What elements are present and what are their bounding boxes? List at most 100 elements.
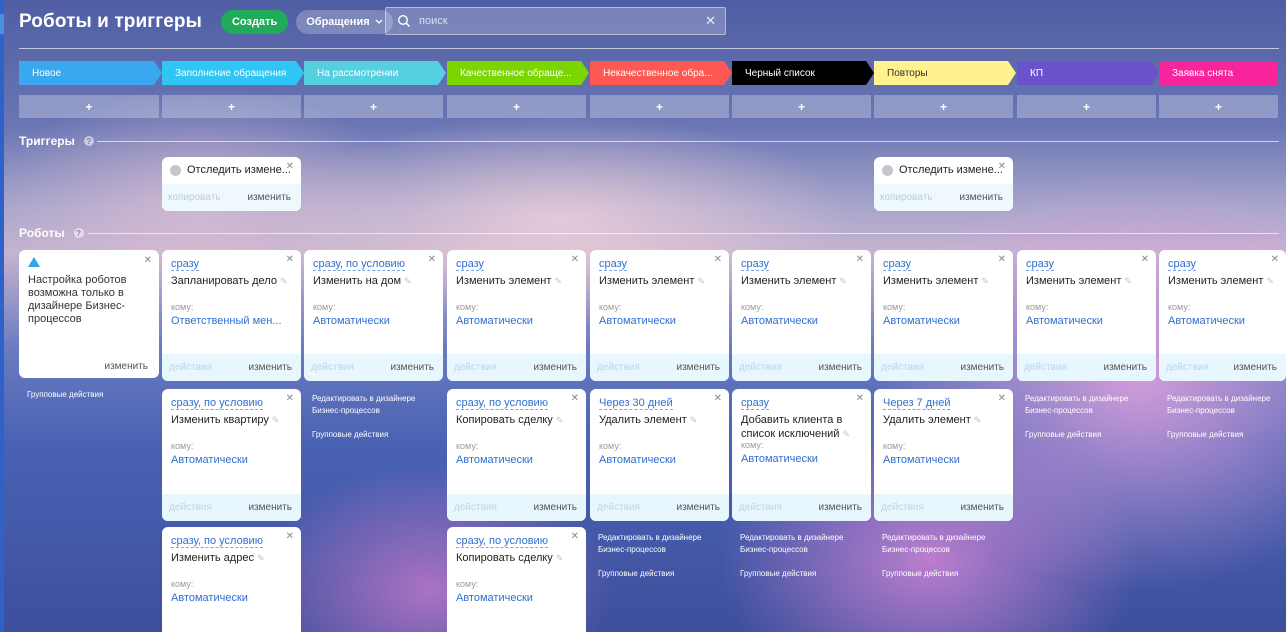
pencil-icon[interactable]: ✎ <box>556 415 564 425</box>
pencil-icon[interactable]: ✎ <box>554 276 562 286</box>
close-icon[interactable]: ✕ <box>998 161 1006 172</box>
entity-dropdown[interactable]: Обращения <box>296 10 393 34</box>
edit-link[interactable]: изменить <box>960 362 1004 373</box>
robot-delay-link[interactable]: сразу <box>741 397 770 410</box>
edit-in-designer-link[interactable]: Редактировать в дизайнере Бизнес-процесс… <box>882 532 1000 556</box>
actions-link[interactable]: действия <box>881 362 924 373</box>
robot-card[interactable]: ✕ сразу, по условию Изменить квартиру ✎ кому… <box>162 389 301 521</box>
robot-card[interactable]: ✕ сразу, по условию Копировать сделку ✎ кому… <box>447 389 586 521</box>
pencil-icon[interactable]: ✎ <box>697 276 705 286</box>
robot-delay-link[interactable]: сразу, по условию <box>313 258 405 271</box>
robot-delay-link[interactable]: Через 7 дней <box>883 397 951 410</box>
responsible-value[interactable]: Автоматически <box>171 592 295 604</box>
pencil-icon[interactable]: ✎ <box>690 415 698 425</box>
stage-column-header[interactable]: Некачественное обра... <box>590 61 732 85</box>
copy-link[interactable]: копировать <box>880 192 933 203</box>
copy-link[interactable]: копировать <box>168 192 221 203</box>
group-actions-link[interactable]: Групповые действия <box>882 568 958 580</box>
responsible-value[interactable]: Автоматически <box>313 315 437 327</box>
actions-link[interactable]: действия <box>597 362 640 373</box>
add-robot-button[interactable]: + <box>162 95 301 118</box>
actions-link[interactable]: действия <box>739 362 782 373</box>
help-icon[interactable]: ? <box>83 136 94 146</box>
robot-delay-link[interactable]: сразу <box>741 258 770 271</box>
edit-link[interactable]: изменить <box>533 362 577 373</box>
close-icon[interactable]: ✕ <box>286 161 294 172</box>
robot-card[interactable]: ✕ сразу Изменить элемент ✎ кому: Автоматическ… <box>447 250 586 381</box>
search-input[interactable]: поиск ✕ <box>385 7 726 35</box>
responsible-value[interactable]: Автоматически <box>456 454 580 466</box>
stage-column-header[interactable]: Новое <box>19 61 162 85</box>
stage-column-header[interactable]: Качественное обраще... <box>447 61 589 85</box>
stage-column-header[interactable]: Черный список <box>732 61 874 85</box>
close-icon[interactable]: ✕ <box>714 254 722 265</box>
edit-link[interactable]: изменить <box>960 502 1004 513</box>
actions-link[interactable]: действия <box>454 502 497 513</box>
close-icon[interactable]: ✕ <box>286 393 294 404</box>
robot-delay-link[interactable]: сразу <box>1168 258 1197 271</box>
close-icon[interactable]: ✕ <box>571 531 579 542</box>
edit-link[interactable]: изменить <box>676 502 720 513</box>
actions-link[interactable]: действия <box>454 362 497 373</box>
close-icon[interactable]: ✕ <box>571 254 579 265</box>
pencil-icon[interactable]: ✎ <box>556 553 564 563</box>
actions-link[interactable]: действия <box>597 502 640 513</box>
edit-link[interactable]: изменить <box>959 192 1003 203</box>
robot-card[interactable]: ✕ Через 30 дней Удалить элемент ✎ кому: Автом… <box>590 389 729 521</box>
robot-delay-link[interactable]: сразу <box>883 258 912 271</box>
responsible-value[interactable]: Автоматически <box>171 454 295 466</box>
robot-delay-link[interactable]: сразу <box>1026 258 1055 271</box>
group-actions-link[interactable]: Групповые действия <box>740 568 816 580</box>
robot-card[interactable]: ✕ сразу Изменить элемент ✎ кому: Автоматическ… <box>1017 250 1156 381</box>
robot-delay-link[interactable]: сразу <box>599 258 628 271</box>
edit-in-designer-link[interactable]: Редактировать в дизайнере Бизнес-процесс… <box>1167 393 1285 417</box>
close-icon[interactable]: ✕ <box>286 254 294 265</box>
stage-column-header[interactable]: КП <box>1017 61 1159 85</box>
close-icon[interactable]: ✕ <box>286 531 294 542</box>
close-icon[interactable]: ✕ <box>714 393 722 404</box>
add-robot-button[interactable]: + <box>732 95 871 118</box>
add-robot-button[interactable]: + <box>1159 95 1278 118</box>
add-robot-button[interactable]: + <box>19 95 159 118</box>
responsible-value[interactable]: Ответственный мен... <box>171 315 295 327</box>
actions-link[interactable]: действия <box>739 502 782 513</box>
close-icon[interactable]: ✕ <box>428 254 436 265</box>
close-icon[interactable]: ✕ <box>998 254 1006 265</box>
close-icon[interactable]: ✕ <box>144 255 152 266</box>
pencil-icon[interactable]: ✎ <box>974 415 982 425</box>
trigger-card[interactable]: Отследить измене... ✕ копировать изменит… <box>162 157 301 211</box>
robot-card[interactable]: ✕ Через 7 дней Удалить элемент ✎ кому: Автома… <box>874 389 1013 521</box>
pencil-icon[interactable]: ✎ <box>272 415 280 425</box>
group-actions-link[interactable]: Групповые действия <box>27 389 103 401</box>
actions-link[interactable]: действия <box>169 362 212 373</box>
edit-link[interactable]: изменить <box>248 502 292 513</box>
close-icon[interactable]: ✕ <box>856 393 864 404</box>
actions-link[interactable]: действия <box>1166 362 1209 373</box>
responsible-value[interactable]: Автоматически <box>883 315 1007 327</box>
add-robot-button[interactable]: + <box>1017 95 1156 118</box>
create-button[interactable]: Создать <box>220 10 289 34</box>
pencil-icon[interactable]: ✎ <box>839 276 847 286</box>
responsible-value[interactable]: Автоматически <box>1168 315 1280 327</box>
robot-card[interactable]: ✕ сразу, по условию Изменить адрес ✎ кому: Ав… <box>162 527 301 632</box>
responsible-value[interactable]: Автоматически <box>599 454 723 466</box>
stage-column-header[interactable]: Заполнение обращения <box>162 61 304 85</box>
edit-link[interactable]: изменить <box>1103 362 1147 373</box>
robot-card[interactable]: ✕ сразу Изменить элемент ✎ кому: Автоматическ… <box>732 250 871 381</box>
robot-delay-link[interactable]: сразу <box>171 258 200 271</box>
pencil-icon[interactable]: ✎ <box>981 276 989 286</box>
responsible-value[interactable]: Автоматически <box>741 453 865 465</box>
close-icon[interactable]: ✕ <box>998 393 1006 404</box>
robot-card[interactable]: ✕ сразу Изменить элемент ✎ кому: Автоматическ… <box>874 250 1013 381</box>
edit-link[interactable]: изменить <box>818 502 862 513</box>
actions-link[interactable]: действия <box>1024 362 1067 373</box>
trigger-card[interactable]: Отследить измене... ✕ копировать изменит… <box>874 157 1013 211</box>
edit-link[interactable]: изменить <box>533 502 577 513</box>
group-actions-link[interactable]: Групповые действия <box>312 429 388 441</box>
close-icon[interactable]: ✕ <box>1141 254 1149 265</box>
close-icon[interactable]: ✕ <box>571 393 579 404</box>
edit-link[interactable]: изменить <box>390 362 434 373</box>
robot-card[interactable]: ✕ сразу Добавить клиента в список исключен… <box>732 389 871 521</box>
edit-link[interactable]: изменить <box>248 362 292 373</box>
edit-link[interactable]: изменить <box>676 362 720 373</box>
